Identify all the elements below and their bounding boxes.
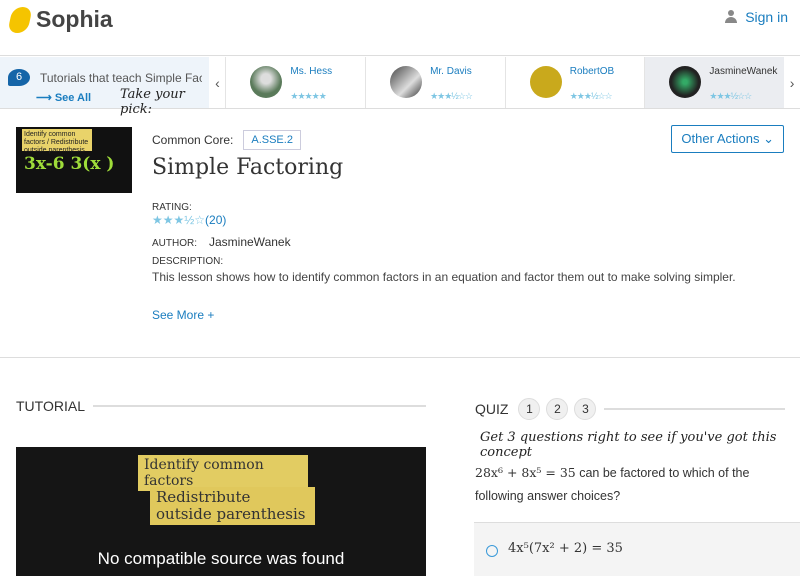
video-error-message: No compatible source was found [97, 549, 345, 568]
standard-tag[interactable]: A.SSE.2 [243, 130, 301, 150]
quiz-step[interactable]: 1 [518, 398, 541, 420]
other-actions-label: Other Actions [681, 131, 760, 146]
tutorial-card-selected[interactable]: JasmineWanek ★★★½☆☆ [644, 57, 785, 108]
question-math: 28x⁶ + 8x⁵ = 35 [475, 465, 576, 480]
thumb-math: 3x-6 3(x ) [24, 154, 115, 174]
quiz-title: QUIZ [475, 401, 509, 417]
user-icon [725, 10, 738, 24]
logo-text: Sophia [36, 6, 113, 32]
quiz-heading: QUIZ 123 [475, 398, 785, 420]
card-name: Mr. Davis [430, 66, 472, 77]
count-badge: 6 [8, 69, 30, 86]
quiz-question: 28x⁶ + 8x⁵ = 35 can be factored to which… [475, 461, 775, 508]
rating-count[interactable]: (20) [205, 213, 226, 227]
rating: ★★★½☆(20) [152, 213, 226, 227]
avatar [250, 66, 283, 98]
video-sign-1: Identify common factors [138, 455, 308, 491]
see-all-link[interactable]: ⟶ See All [36, 91, 91, 104]
chevron-right-icon[interactable]: › [784, 57, 800, 108]
tutorial-card[interactable]: Mr. Davis ★★★½☆☆ [365, 57, 505, 108]
see-more-link[interactable]: See More + [152, 308, 214, 322]
author: AUTHOR: JasmineWanek [152, 235, 291, 249]
radio-button[interactable] [486, 545, 498, 557]
header: Sophia Sign in [0, 0, 800, 56]
sophia-logo[interactable]: Sophia [7, 6, 113, 33]
rating-label: RATING: [152, 202, 192, 213]
page-title: Simple Factoring [152, 155, 344, 180]
card-stars: ★★★½☆☆ [709, 91, 752, 101]
quiz-prompt: Get 3 questions right to see if you've g… [480, 430, 777, 460]
answer-choice[interactable]: 4x⁵(7x² + 2) = 35 [474, 522, 800, 576]
avatar [529, 66, 562, 98]
common-core-label: Common Core: [152, 133, 234, 147]
quiz-step[interactable]: 3 [574, 398, 597, 420]
other-actions-button[interactable]: Other Actions ⌄ [671, 125, 784, 153]
tutorial-heading: TUTORIAL [16, 398, 426, 414]
card-stars: ★★★½☆☆ [569, 91, 613, 101]
chevron-left-icon[interactable]: ‹ [209, 57, 225, 108]
video-sign-2: Redistribute outside parenthesis [150, 487, 315, 525]
divider [92, 405, 426, 407]
video-player[interactable]: Identify common factors Redistribute out… [16, 447, 426, 576]
card-stars: ★★★½☆☆ [430, 91, 473, 101]
chevron-down-icon: ⌄ [763, 131, 774, 146]
tutorial-card[interactable]: Ms. Hess ★★★★★ [225, 57, 365, 108]
sign-in-link[interactable]: Sign in [725, 9, 788, 25]
rating-stars: ★★★½☆ [152, 213, 206, 227]
tutorial-carousel: 6 Tutorials that teach Simple Factoring … [0, 57, 800, 117]
logo-icon [7, 6, 33, 33]
avatar [669, 66, 702, 98]
see-all-label: See All [54, 92, 92, 104]
quiz-steps: 123 [518, 398, 597, 420]
card-name: JasmineWanek [709, 66, 778, 77]
tutorial-card[interactable]: RobertOB ★★★½☆☆ [504, 57, 645, 108]
author-label: AUTHOR: [152, 238, 197, 249]
thumb-text: Identify common factors / Redistribute o… [22, 129, 92, 154]
divider [604, 408, 785, 410]
sign-in-label: Sign in [745, 9, 788, 25]
answer-text: 4x⁵(7x² + 2) = 35 [508, 541, 623, 556]
card-stars: ★★★★★ [290, 91, 326, 101]
description-label: DESCRIPTION: [152, 256, 224, 267]
carousel-intro: 6 Tutorials that teach Simple Factoring … [0, 57, 210, 117]
card-name: Ms. Hess [290, 66, 333, 77]
lesson-thumbnail: Identify common factors / Redistribute o… [16, 127, 132, 193]
quiz-step[interactable]: 2 [546, 398, 569, 420]
intro-text: Tutorials that teach Simple Factoring [40, 71, 202, 85]
author-name: JasmineWanek [209, 235, 291, 249]
common-core: Common Core: A.SSE.2 [152, 130, 301, 150]
tutorial-title: TUTORIAL [16, 398, 85, 414]
lesson-info: Identify common factors / Redistribute o… [0, 110, 800, 358]
avatar [390, 66, 423, 98]
card-name: RobertOB [569, 66, 615, 77]
description: This lesson shows how to identify common… [152, 270, 736, 284]
